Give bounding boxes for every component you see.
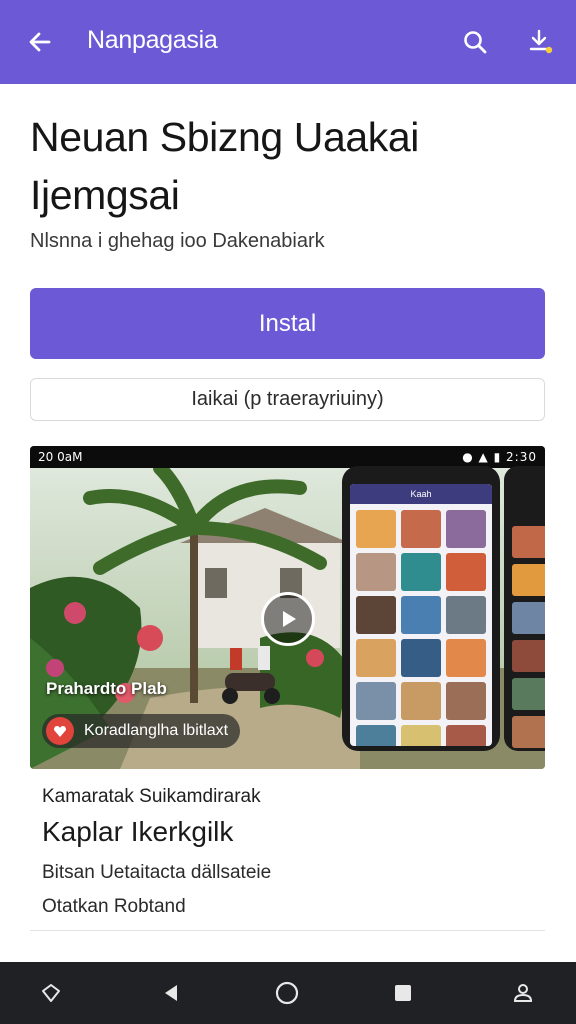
search-icon bbox=[464, 31, 487, 54]
nav-account-button[interactable] bbox=[505, 975, 541, 1011]
nav-recents-button[interactable] bbox=[385, 975, 421, 1011]
download-icon bbox=[529, 29, 553, 54]
phone-mockup-secondary bbox=[504, 466, 545, 751]
status-right: 2:30 bbox=[506, 450, 537, 464]
details-line-2: Otatkan Robtand bbox=[42, 896, 186, 917]
nav-diamond-button[interactable] bbox=[33, 975, 69, 1011]
phone-mockup-header: Kaah bbox=[350, 484, 492, 504]
nav-back-button[interactable] bbox=[153, 975, 189, 1011]
download-button[interactable] bbox=[522, 24, 558, 60]
nav-home-button[interactable] bbox=[269, 975, 305, 1011]
install-button[interactable]: Instal bbox=[30, 288, 545, 359]
app-title: Neuan Sbizng Uaakai Ijemgsai bbox=[30, 114, 419, 218]
back-triangle-icon bbox=[165, 985, 177, 1001]
video-channel-label: Koradlanglha lbitlaxt bbox=[84, 722, 229, 739]
home-circle-icon bbox=[275, 981, 299, 1005]
divider bbox=[30, 930, 545, 931]
signal-icon: ▲ bbox=[478, 450, 489, 464]
secondary-action-button[interactable]: Iaikai (p traerayriuiny) bbox=[30, 378, 545, 421]
search-button[interactable] bbox=[457, 24, 493, 60]
phone-mockup-photo-grid bbox=[350, 504, 492, 746]
recents-square-icon bbox=[395, 985, 411, 1001]
arrow-left-icon bbox=[29, 32, 51, 52]
back-button[interactable] bbox=[22, 24, 58, 60]
developer-name[interactable]: Nlsnna i ghehag ioo Dakenabiark bbox=[30, 230, 325, 253]
video-preview[interactable]: 20 0aM ● ▲ ▮ 2:30 Kaah Prahardto Plab Ko… bbox=[30, 446, 545, 769]
account-icon bbox=[513, 984, 533, 1002]
diamond-icon bbox=[42, 984, 60, 1002]
system-nav-bar bbox=[0, 962, 576, 1024]
details-subheading: Kamaratak Suikamdirarak bbox=[42, 786, 261, 807]
phone-mockup: Kaah bbox=[342, 466, 500, 751]
play-icon bbox=[283, 611, 296, 627]
details-line-1: Bitsan Uetaitacta dällsateie bbox=[42, 862, 272, 883]
battery-icon: ▮ bbox=[493, 450, 502, 464]
play-button[interactable] bbox=[261, 592, 315, 646]
channel-logo-icon bbox=[46, 717, 74, 745]
details-heading: Kaplar Ikerkgilk bbox=[42, 816, 234, 847]
app-bar-title: Nanpagasia bbox=[87, 26, 218, 54]
video-channel-chip[interactable]: Koradlanglha lbitlaxt bbox=[42, 714, 241, 748]
video-title: Prahardto Plab bbox=[46, 679, 167, 698]
video-status-bar: 20 0aM ● ▲ ▮ 2:30 bbox=[30, 446, 545, 468]
wifi-icon: ● bbox=[462, 450, 474, 464]
app-bar: Nanpagasia bbox=[0, 0, 576, 84]
status-time: 20 0aM bbox=[38, 450, 83, 464]
